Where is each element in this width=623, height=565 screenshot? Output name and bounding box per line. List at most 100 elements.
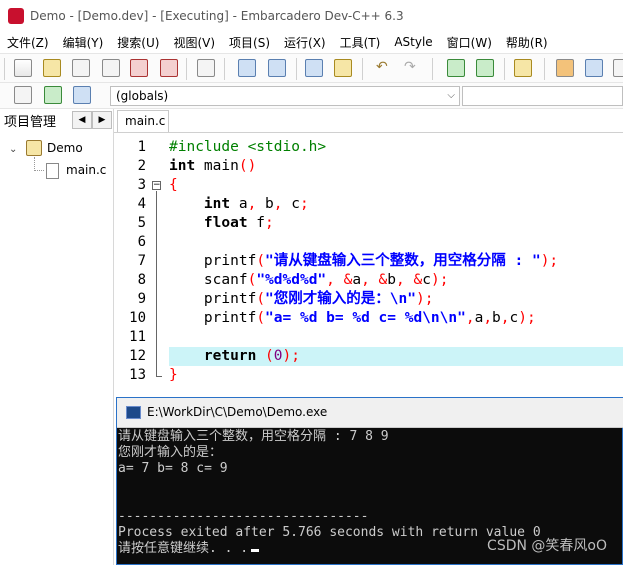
menu-astyle[interactable]: AStyle <box>387 35 439 49</box>
save-all-icon[interactable] <box>102 59 120 77</box>
menu-execute[interactable]: 运行(X) <box>277 34 333 51</box>
insert-icon[interactable] <box>14 86 32 104</box>
toolbar-separator <box>296 58 297 80</box>
code-token: ); <box>282 348 300 364</box>
toolbar-separator <box>432 58 433 80</box>
menu-project[interactable]: 项目(S) <box>222 34 277 51</box>
close-all-icon[interactable] <box>160 59 178 77</box>
menu-window[interactable]: 窗口(W) <box>440 34 499 51</box>
project-icon <box>26 140 42 156</box>
code-line[interactable]: { <box>169 176 623 195</box>
goto-line-icon[interactable] <box>334 59 352 77</box>
tree-connector <box>34 157 44 171</box>
undo-icon[interactable]: ↶ <box>376 59 388 75</box>
window-layout-icon[interactable] <box>585 59 603 77</box>
code-editor[interactable]: 1 2 3 4 5 6 7 8 9 10 11 12 13− #include <stdio.h> int… <box>114 132 623 397</box>
tab-project-manager[interactable]: 项目管理 <box>4 111 56 130</box>
code-line[interactable]: printf("请从键盘输入三个整数，用空格分隔 : "); <box>169 252 623 271</box>
menu-file[interactable]: 文件(Z) <box>0 34 56 51</box>
line-number: 11 <box>129 329 146 345</box>
new-file-icon[interactable] <box>14 59 32 77</box>
line-number: 5 <box>137 215 146 231</box>
find-icon[interactable] <box>238 59 256 77</box>
toggle-bookmark-icon[interactable] <box>305 59 323 77</box>
line-number: 8 <box>137 272 146 288</box>
code-token: "a= %d b= %d c= %d\n\n" <box>265 310 466 326</box>
code-token: , <box>500 310 510 326</box>
goto-declaration-icon[interactable] <box>44 86 62 104</box>
new-project-icon[interactable] <box>447 59 465 77</box>
close-file-icon[interactable] <box>130 59 148 77</box>
code-line[interactable]: printf("a= %d b= %d c= %d\n\n",a,b,c); <box>169 309 623 328</box>
redo-icon[interactable]: ↷ <box>404 59 416 75</box>
menu-tools[interactable]: 工具(T) <box>333 34 388 51</box>
menu-help[interactable]: 帮助(R) <box>499 34 555 51</box>
fold-collapse-icon[interactable]: − <box>152 181 161 190</box>
line-number: 4 <box>137 196 146 212</box>
code-token: , & <box>326 272 353 288</box>
code-line-current[interactable]: return (0); <box>169 347 623 366</box>
code-area[interactable]: #include <stdio.h> int main(){ int a, b, … <box>169 133 623 397</box>
open-file-icon[interactable] <box>43 59 61 77</box>
app-logo-icon <box>8 8 24 24</box>
menu-search[interactable]: 搜索(U) <box>110 34 166 51</box>
toolbar-separator <box>4 58 5 80</box>
code-line[interactable]: float f; <box>169 214 623 233</box>
globals-dropdown[interactable]: (globals) ⌵ <box>110 86 460 106</box>
code-line[interactable]: #include <stdio.h> <box>169 138 623 157</box>
menu-edit[interactable]: 编辑(Y) <box>56 34 111 51</box>
code-line[interactable]: } <box>169 366 623 385</box>
code-line[interactable]: int a, b, c; <box>169 195 623 214</box>
members-dropdown[interactable] <box>462 86 623 106</box>
code-line[interactable]: printf("您刚才输入的是：\n"); <box>169 290 623 309</box>
code-token: b <box>492 310 501 326</box>
code-token: ); <box>430 272 449 288</box>
window-title: Demo - [Demo.dev] - [Executing] - Embarc… <box>30 9 404 23</box>
replace-icon[interactable] <box>268 59 286 77</box>
code-token: , & <box>396 272 423 288</box>
line-number: 3 <box>137 177 146 193</box>
goto-definition-icon[interactable] <box>73 86 91 104</box>
fold-guide <box>156 191 157 376</box>
console-line-text: 请从键盘输入三个整数，用空格分隔 : 7 8 9 <box>118 429 389 444</box>
console-title-bar: E:\WorkDir\C\Demo\Demo.exe <box>117 398 623 428</box>
code-line[interactable] <box>169 233 623 252</box>
code-token: a <box>474 310 484 326</box>
chevron-down-icon[interactable]: ⌄ <box>9 144 17 155</box>
globals-value: (globals) <box>116 89 169 103</box>
code-token: ( <box>256 253 266 269</box>
project-panel: 项目管理 ◀ ▶ ⌄ Demo main.c <box>0 109 114 565</box>
tab-scroll-right-icon[interactable]: ▶ <box>92 111 112 129</box>
code-line[interactable]: int main() <box>169 157 623 176</box>
menu-bar: 文件(Z) 编辑(Y) 搜索(U) 视图(V) 项目(S) 运行(X) 工具(T… <box>0 32 623 52</box>
code-token: int <box>203 196 231 212</box>
line-number: 13 <box>129 367 146 383</box>
tab-scroll-left-icon[interactable]: ◀ <box>72 111 92 129</box>
code-token: ); <box>415 291 434 307</box>
console-line-text: 请按任意键继续. . . <box>118 541 249 556</box>
console-line: 请从键盘输入三个整数，用空格分隔 : 7 8 9 <box>118 429 389 444</box>
print-icon[interactable] <box>197 59 215 77</box>
tree-file-label[interactable]: main.c <box>66 163 106 177</box>
code-token: scanf <box>169 272 248 288</box>
code-line[interactable] <box>169 328 623 347</box>
tab-main-c[interactable]: main.c <box>117 110 169 132</box>
chevron-down-icon: ⌵ <box>447 90 455 101</box>
fullscreen-icon[interactable] <box>613 59 623 77</box>
tree-project-label[interactable]: Demo <box>47 141 83 155</box>
code-token: ( <box>256 310 266 326</box>
project-options-icon[interactable] <box>514 59 532 77</box>
toolbar-separator <box>224 58 225 80</box>
save-icon[interactable] <box>72 59 90 77</box>
code-line[interactable]: scanf("%d%d%d", &a, &b, &c); <box>169 271 623 290</box>
layout-grid-icon[interactable] <box>556 59 574 77</box>
console-window[interactable]: E:\WorkDir\C\Demo\Demo.exe 请从键盘输入三个整数，用空… <box>116 397 623 565</box>
code-token: , <box>483 310 493 326</box>
line-number: 9 <box>137 291 146 307</box>
code-token: "请从键盘输入三个整数，用空格分隔 : " <box>265 253 541 269</box>
add-to-project-icon[interactable] <box>476 59 494 77</box>
code-token: a <box>230 196 248 212</box>
toolbar-separator <box>544 58 545 80</box>
menu-view[interactable]: 视图(V) <box>166 34 222 51</box>
